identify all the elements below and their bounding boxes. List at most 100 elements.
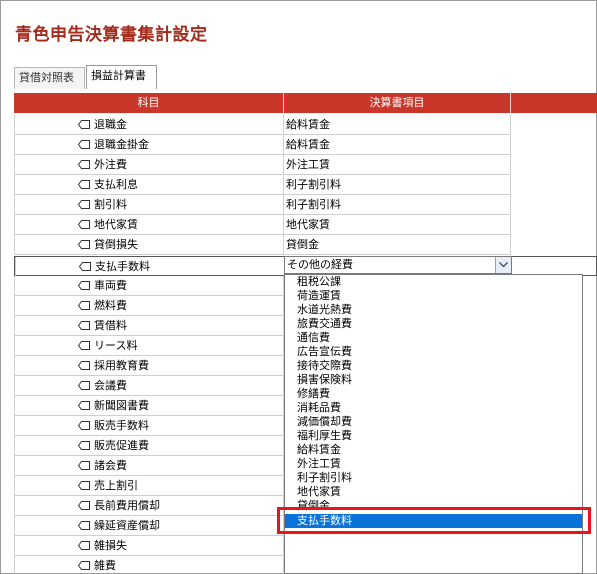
statement-item-cell[interactable]: 利子割引料 xyxy=(284,175,511,195)
account-cell[interactable]: 退職金掛金 xyxy=(14,135,284,155)
chevron-down-icon[interactable] xyxy=(495,257,511,273)
account-cell[interactable]: 繰延資産償却 xyxy=(14,516,284,536)
account-label: 販売手数料 xyxy=(94,419,149,432)
tag-icon xyxy=(77,500,91,511)
account-cell[interactable]: 車両費 xyxy=(14,276,284,296)
dropdown-option[interactable]: 利子割引料 xyxy=(285,471,582,485)
statement-item-cell[interactable]: 利子割引料 xyxy=(284,195,511,215)
dropdown-option[interactable]: 減価償却費 xyxy=(285,415,582,429)
account-cell[interactable]: 外注費 xyxy=(14,155,284,175)
account-label: リース料 xyxy=(94,339,138,352)
account-label: 支払手数料 xyxy=(95,260,150,273)
dropdown-option[interactable]: 給料賃金 xyxy=(285,443,582,457)
dropdown-option[interactable]: 接待交際費 xyxy=(285,359,582,373)
table-row[interactable]: 割引料 利子割引料 xyxy=(14,195,511,215)
tag-icon xyxy=(77,400,91,411)
account-cell[interactable]: 新聞図書費 xyxy=(14,396,284,416)
account-label: 雑損失 xyxy=(94,539,127,552)
table-row[interactable]: 退職金掛金 給料賃金 xyxy=(14,135,511,155)
tag-icon xyxy=(77,199,91,210)
account-cell[interactable]: 割引料 xyxy=(14,195,284,215)
dropdown-option[interactable]: 荷造運賃 xyxy=(285,289,582,303)
account-cell[interactable]: 地代家賃 xyxy=(14,215,284,235)
statement-item-cell[interactable]: 外注工賃 xyxy=(284,155,511,175)
statement-item-cell[interactable]: 地代家賃 xyxy=(284,215,511,235)
select-value: その他の経費 xyxy=(287,258,353,271)
tag-icon xyxy=(77,540,91,551)
tag-icon xyxy=(77,560,91,571)
account-label: 繰延資産償却 xyxy=(94,519,160,532)
tag-icon xyxy=(77,179,91,190)
statement-item-cell[interactable]: 貸倒金 xyxy=(284,235,511,255)
statement-item-select[interactable]: その他の経費 xyxy=(284,256,512,274)
account-label: 販売促進費 xyxy=(94,439,149,452)
account-cell[interactable]: 長前費用償却 xyxy=(14,496,284,516)
table-row[interactable]: 外注費 外注工賃 xyxy=(14,155,511,175)
account-label: 支払利息 xyxy=(94,178,138,191)
account-label: 車両費 xyxy=(94,279,127,292)
account-label: 会議費 xyxy=(94,379,127,392)
callout-highlight-box xyxy=(277,507,591,534)
tag-icon xyxy=(77,239,91,250)
tag-icon xyxy=(77,219,91,230)
tag-icon xyxy=(77,300,91,311)
account-label: 賃借料 xyxy=(94,319,127,332)
tab-income-statement[interactable]: 損益計算書 xyxy=(86,65,157,89)
dropdown-option[interactable]: 広告宣伝費 xyxy=(285,345,582,359)
dropdown-option[interactable]: 福利厚生費 xyxy=(285,429,582,443)
account-cell[interactable]: 燃料費 xyxy=(14,296,284,316)
header-account[interactable]: 科目 xyxy=(14,93,284,113)
account-cell[interactable]: 諸会費 xyxy=(14,456,284,476)
dropdown-option[interactable]: 消耗品費 xyxy=(285,401,582,415)
tag-icon xyxy=(77,280,91,291)
account-cell[interactable]: 支払利息 xyxy=(14,175,284,195)
tag-icon xyxy=(77,520,91,531)
account-cell[interactable]: 雑費 xyxy=(14,556,284,574)
table-row[interactable]: 支払利息 利子割引料 xyxy=(14,175,511,195)
account-cell[interactable]: リース料 xyxy=(14,336,284,356)
table-row[interactable]: 退職金 給料賃金 xyxy=(14,115,511,135)
account-cell[interactable]: 雑損失 xyxy=(14,536,284,556)
tag-icon xyxy=(77,340,91,351)
tag-icon xyxy=(77,119,91,130)
page-title: 青色申告決算書集計設定 xyxy=(15,25,208,45)
tag-icon xyxy=(77,320,91,331)
statement-item-cell[interactable]: 給料賃金 xyxy=(284,135,511,155)
dropdown-option[interactable]: 修繕費 xyxy=(285,387,582,401)
account-label: 採用教育費 xyxy=(94,359,149,372)
account-cell[interactable]: 貸倒損失 xyxy=(14,235,284,255)
account-label: 割引料 xyxy=(94,198,127,211)
statement-item-cell[interactable]: 給料賃金 xyxy=(284,115,511,135)
account-label: 外注費 xyxy=(94,158,127,171)
account-label: 地代家賃 xyxy=(94,218,138,231)
tag-icon xyxy=(77,380,91,391)
tab-balance-sheet[interactable]: 貸借対照表 xyxy=(14,67,85,89)
header-statement-item[interactable]: 決算書項目 xyxy=(284,93,511,113)
account-cell[interactable]: 売上割引 xyxy=(14,476,284,496)
account-cell[interactable]: 採用教育費 xyxy=(14,356,284,376)
table-row[interactable]: 地代家賃 地代家賃 xyxy=(14,215,511,235)
account-cell[interactable]: 販売手数料 xyxy=(14,416,284,436)
account-cell[interactable]: 退職金 xyxy=(14,115,284,135)
account-label: 燃料費 xyxy=(94,299,127,312)
account-label: 退職金 xyxy=(94,118,127,131)
tag-icon xyxy=(77,480,91,491)
tag-icon xyxy=(77,420,91,431)
table-row[interactable]: 貸倒損失 貸倒金 xyxy=(14,235,511,255)
dropdown-option[interactable]: 外注工賃 xyxy=(285,457,582,471)
dropdown-option[interactable]: 水道光熱費 xyxy=(285,303,582,317)
tag-icon xyxy=(77,139,91,150)
account-cell[interactable]: 支払手数料 xyxy=(15,257,285,277)
dropdown-option[interactable]: 損害保険料 xyxy=(285,373,582,387)
account-cell[interactable]: 販売促進費 xyxy=(14,436,284,456)
account-cell[interactable]: 賃借料 xyxy=(14,316,284,336)
account-label: 諸会費 xyxy=(94,459,127,472)
account-label: 退職金掛金 xyxy=(94,138,149,151)
dropdown-option[interactable]: 地代家賃 xyxy=(285,485,582,499)
dropdown-option[interactable]: 旅費交通費 xyxy=(285,317,582,331)
dropdown-option[interactable]: 通信費 xyxy=(285,331,582,345)
account-cell[interactable]: 会議費 xyxy=(14,376,284,396)
account-label: 貸倒損失 xyxy=(94,238,138,251)
dropdown-option[interactable]: 租税公課 xyxy=(285,275,582,289)
account-label: 新聞図書費 xyxy=(94,399,149,412)
